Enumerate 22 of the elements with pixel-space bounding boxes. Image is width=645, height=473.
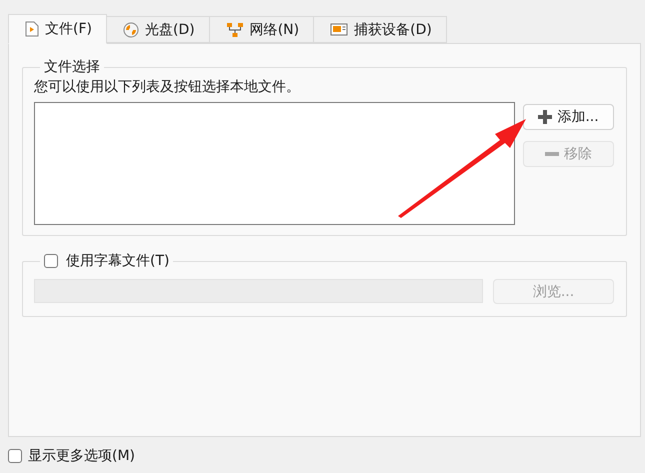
description-text: 您可以使用以下列表及按钮选择本地文件。 xyxy=(34,78,301,96)
disc-icon xyxy=(122,22,139,38)
tab[interactable]: 文件(F) xyxy=(8,14,107,44)
capture-card-icon xyxy=(330,22,348,38)
tab-label: 网络(N) xyxy=(250,20,300,38)
checkbox-label: 显示更多选项(M) xyxy=(28,447,136,465)
tab-label: 文件(F) xyxy=(45,20,92,38)
tab-label: 捕获设备(D) xyxy=(354,20,432,38)
tab[interactable]: 光盘(D) xyxy=(106,16,210,43)
group-title: 文件选择 xyxy=(44,58,100,76)
checkbox[interactable] xyxy=(44,254,58,268)
checkbox-label: 使用字幕文件(T) xyxy=(66,252,170,270)
add-button[interactable]: 添加... xyxy=(523,104,614,130)
document-icon xyxy=(25,21,39,37)
network-icon xyxy=(226,22,244,38)
checkbox[interactable] xyxy=(8,449,22,463)
tab[interactable]: 网络(N) xyxy=(208,16,314,43)
plus-icon xyxy=(538,110,552,124)
minus-icon xyxy=(545,152,559,156)
tab[interactable]: 捕获设备(D) xyxy=(313,16,447,43)
file-list[interactable] xyxy=(34,102,515,225)
tab-label: 光盘(D) xyxy=(144,20,195,38)
